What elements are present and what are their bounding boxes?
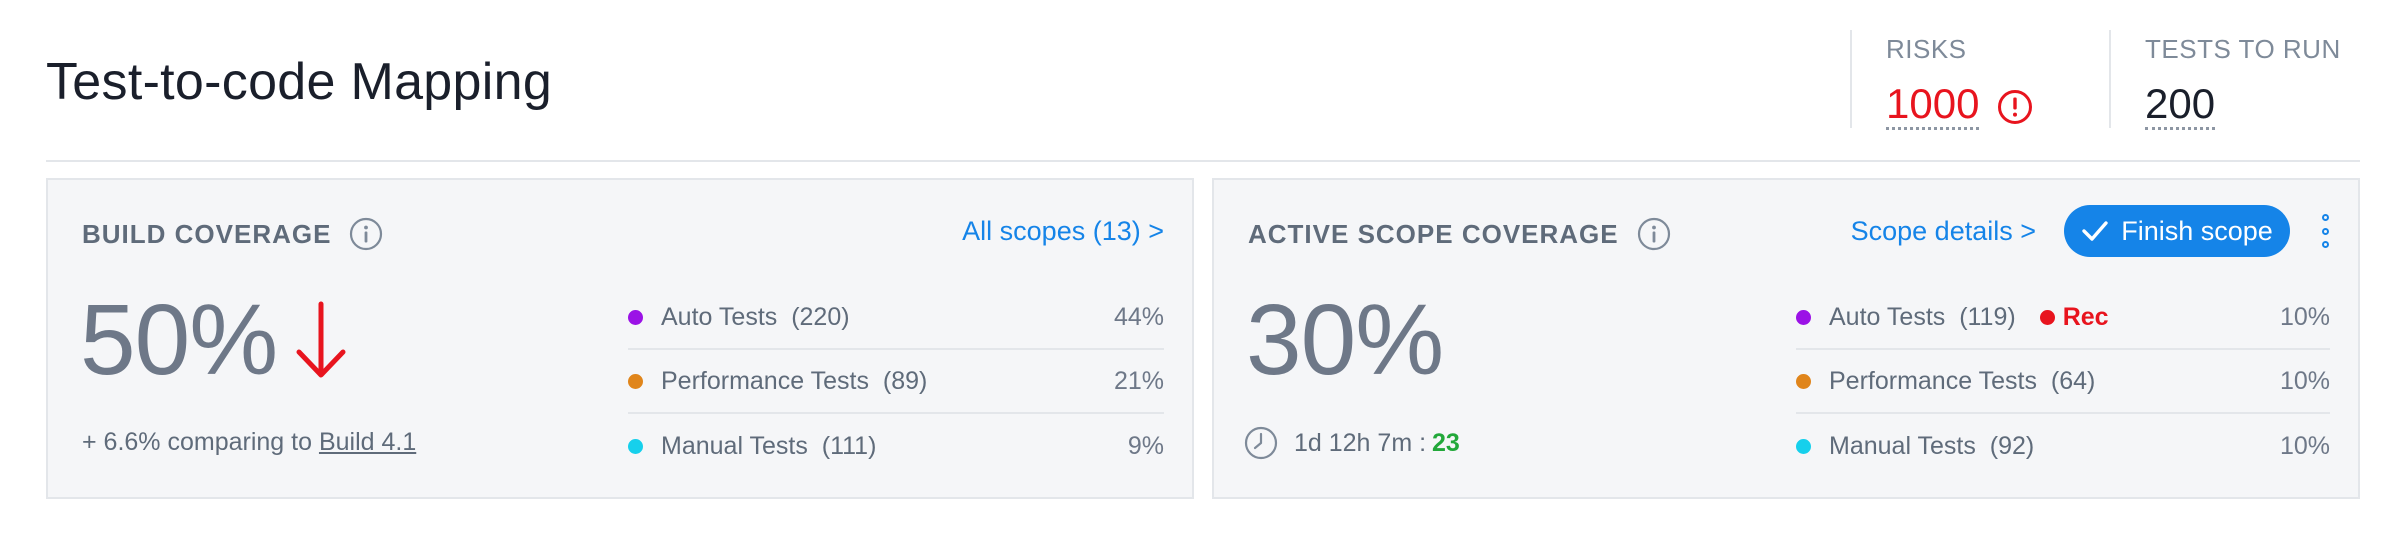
clock-icon: [1244, 426, 1278, 460]
test-type-row-manual: Manual Tests (111) 9%: [628, 414, 1164, 478]
kpi-risks-value[interactable]: 1000: [1886, 83, 1980, 130]
test-percentage: 10%: [2279, 366, 2330, 395]
test-type-name: Auto Tests: [1829, 302, 1946, 331]
auto-tests-dot: [1796, 309, 1811, 325]
test-type-row-manual: Manual Tests (92) 10%: [1796, 414, 2330, 478]
test-type-label: Manual Tests (111): [661, 432, 1128, 461]
test-type-label: Performance Tests (64): [1829, 367, 2280, 396]
build-test-breakdown: Auto Tests (220) 44% Performance Tests (…: [628, 286, 1164, 478]
info-icon[interactable]: [349, 217, 383, 251]
check-icon: [2082, 221, 2108, 241]
test-type-row-auto: Auto Tests (220) 44%: [628, 286, 1164, 350]
test-type-row-performance: Performance Tests (89) 21%: [628, 350, 1164, 414]
timer-text: 1d 12h 7m :: [1294, 428, 1427, 457]
kpi-risks-value-group: 1000: [1886, 83, 2109, 130]
kpi-tests-label: TESTS TO RUN: [2145, 34, 2341, 64]
auto-tests-dot: [628, 309, 643, 325]
manual-tests-dot: [1796, 438, 1811, 454]
info-icon[interactable]: [1637, 217, 1671, 251]
build-coverage-title-group: BUILD COVERAGE: [82, 217, 383, 251]
manual-tests-dot: [628, 438, 643, 454]
build-coverage-title: BUILD COVERAGE: [82, 218, 332, 249]
kpi-risks-label: RISKS: [1886, 34, 1967, 64]
rec-dot-icon: [2039, 309, 2055, 325]
build-coverage-percentage: 50%: [80, 284, 278, 396]
test-type-row-auto: Auto Tests (119) Rec 10%: [1796, 286, 2330, 350]
rec-badge: Rec: [2039, 302, 2109, 332]
timer-count: 23: [1432, 428, 1460, 457]
test-type-label: Auto Tests (119) Rec: [1829, 303, 2280, 332]
test-type-label: Auto Tests (220): [661, 303, 1114, 332]
finish-scope-button[interactable]: Finish scope: [2064, 205, 2290, 257]
kpi-tests-value[interactable]: 200: [2145, 83, 2216, 130]
more-options-icon[interactable]: [2320, 214, 2330, 248]
test-count: (111): [821, 431, 877, 460]
header-divider: [46, 160, 2360, 162]
rec-label: Rec: [2062, 302, 2109, 331]
test-percentage: 9%: [1127, 431, 1164, 460]
scope-details-link[interactable]: Scope details >: [1851, 216, 2036, 247]
test-percentage: 44%: [1113, 302, 1164, 331]
test-percentage: 10%: [2279, 431, 2330, 460]
test-type-row-performance: Performance Tests (64) 10%: [1796, 350, 2330, 414]
test-type-name: Manual Tests: [1829, 431, 1976, 460]
active-scope-title: ACTIVE SCOPE COVERAGE: [1248, 218, 1619, 249]
test-percentage: 21%: [1113, 366, 1164, 395]
build-coverage-card: BUILD COVERAGE All scopes (13) > 50% + 6…: [46, 178, 1194, 499]
test-type-label: Performance Tests (89): [661, 367, 1114, 396]
finish-scope-label: Finish scope: [2121, 215, 2273, 246]
kpi-tests-to-run: TESTS TO RUN 200: [2109, 30, 2400, 130]
test-type-label: Manual Tests (92): [1829, 432, 2280, 461]
test-type-name: Auto Tests: [661, 302, 778, 331]
test-type-name: Performance Tests: [661, 366, 869, 395]
kpi-risks: RISKS 1000: [1850, 30, 2109, 130]
active-scope-title-group: ACTIVE SCOPE COVERAGE: [1248, 217, 1671, 251]
all-scopes-link[interactable]: All scopes (13) >: [962, 216, 1164, 247]
test-count: (220): [791, 302, 850, 331]
performance-tests-dot: [628, 373, 643, 389]
build-link[interactable]: Build 4.1: [319, 428, 416, 456]
scope-timer: 1d 12h 7m : 23: [1244, 426, 1460, 460]
scope-test-breakdown: Auto Tests (119) Rec 10% Performance Test…: [1796, 286, 2330, 478]
test-type-name: Manual Tests: [661, 431, 808, 460]
active-scope-coverage-card: ACTIVE SCOPE COVERAGE Scope details > Fi…: [1212, 178, 2360, 499]
kpi-panel: RISKS 1000 TESTS TO RUN 200: [1850, 30, 2400, 130]
test-count: (89): [882, 366, 928, 395]
alert-circle-icon: [1998, 89, 2033, 124]
test-percentage: 10%: [2279, 302, 2330, 331]
page-title: Test-to-code Mapping: [46, 53, 553, 111]
test-count: (119): [1959, 302, 2016, 331]
test-count: (92): [1989, 431, 2035, 460]
active-scope-percentage-group: 30%: [1246, 280, 1444, 400]
build-coverage-percentage-group: 50%: [80, 280, 351, 400]
test-count: (64): [2050, 366, 2096, 395]
performance-tests-dot: [1796, 373, 1811, 389]
active-scope-percentage: 30%: [1246, 284, 1444, 396]
kpi-tests-value-group: 200: [2145, 83, 2400, 130]
arrow-down-icon: [296, 301, 346, 378]
build-comparison: + 6.6% comparing to Build 4.1: [82, 428, 416, 457]
test-type-name: Performance Tests: [1829, 366, 2037, 395]
build-comparison-text: + 6.6% comparing to: [82, 428, 319, 456]
